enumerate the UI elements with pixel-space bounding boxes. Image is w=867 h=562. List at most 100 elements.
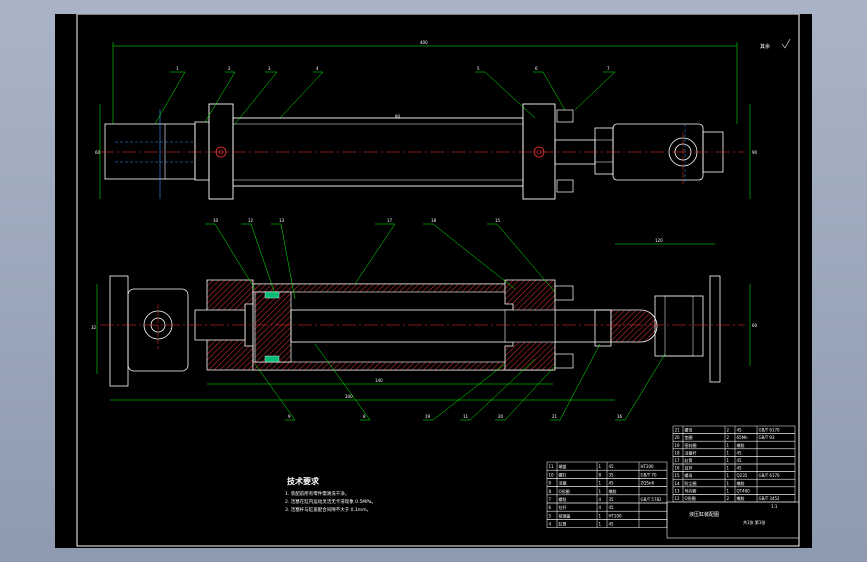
table-cell: 17	[675, 458, 681, 463]
table-cell: 2	[727, 496, 730, 501]
top-label-6: 6	[535, 66, 538, 71]
table-cell: 19	[675, 443, 681, 448]
table-cell: ZQSn6	[641, 481, 655, 486]
table-cell: 15	[675, 473, 681, 478]
section-left-dim: 32	[91, 325, 97, 330]
table-cell: 9	[549, 481, 552, 486]
table-cell: 1	[727, 443, 730, 448]
table-cell: 拉杆	[559, 504, 567, 510]
top-right-dim: 90	[752, 150, 758, 155]
top-overall-dim: 400	[420, 40, 428, 45]
table-cell: 45	[737, 450, 743, 455]
sec-label-13: 13	[279, 218, 285, 223]
table-cell: 2	[727, 428, 730, 433]
table-cell: 端盖	[559, 463, 567, 469]
table-cell: 螺母	[685, 427, 693, 433]
table-cell: 16	[675, 466, 681, 471]
roughness-symbol	[781, 38, 791, 49]
table-cell: 12	[675, 496, 681, 501]
table-cell: 8	[549, 489, 552, 494]
sec-label-10: 10	[213, 218, 219, 223]
sec-label-21: 21	[552, 414, 558, 419]
table-cell: 35	[609, 472, 615, 477]
top-view: 400 60 90 1 2 3 4 5 6 7 80	[95, 40, 758, 200]
table-cell: 45	[609, 464, 615, 469]
table-cell: HT200	[641, 464, 655, 469]
table-cell: 螺母	[685, 472, 693, 478]
table-cell: 5	[549, 513, 552, 518]
table-cell: 45	[609, 481, 615, 486]
sec-label-20: 20	[498, 414, 504, 419]
section-right-width: 120	[655, 238, 663, 243]
table-cell: GB/T 3452	[759, 496, 781, 501]
top-label-2: 2	[228, 66, 231, 71]
table-cell: GB/T 70	[641, 472, 657, 477]
table-cell: 1	[727, 458, 730, 463]
tech-line-3: 3. 活塞杆与缸盖配合间隙不大于 0.1mm。	[285, 506, 371, 513]
tech-line-1: 1. 装配前所有零件需清洗干净。	[285, 490, 349, 497]
section-right-dim: 60	[752, 323, 758, 328]
table-cell: 活塞杆	[685, 449, 697, 455]
table-cell: 13	[675, 488, 681, 493]
table-cell: 1	[727, 488, 730, 493]
table-cell: 4	[599, 505, 602, 510]
table-cell: 11	[549, 464, 555, 469]
table-cell: 45	[609, 505, 615, 510]
table-cell: GB/T 6170	[759, 473, 781, 478]
table-cell: 2	[727, 435, 730, 440]
cad-drawing: 其余 400 60 90 1 2 3 4 5 6 7 80 32 120 60 …	[76, 14, 800, 547]
title-block-box	[666, 501, 800, 539]
table-cell: O形圈	[685, 495, 696, 501]
top-label-5: 5	[477, 66, 480, 71]
table-cell: HT200	[609, 513, 623, 518]
table-cell: GB/T 93	[759, 435, 775, 440]
table-cell: 橡胶	[737, 495, 745, 501]
table-cell: 1	[599, 522, 602, 527]
table-cell: O形圈	[559, 488, 570, 494]
table-cell: 橡胶	[737, 442, 745, 448]
table-cell: 螺栓	[559, 496, 567, 502]
table-cell: 21	[675, 428, 681, 433]
table-cell: Q235	[737, 473, 748, 478]
sec-label-19: 19	[425, 414, 431, 419]
top-label-4: 4	[316, 66, 319, 71]
table-cell: GB/T 5782	[641, 497, 663, 502]
table-cell: 45	[737, 466, 743, 471]
table-cell: 1	[599, 513, 602, 518]
table-cell: 橡胶	[737, 480, 745, 486]
top-label-7: 7	[607, 66, 610, 71]
title-block-scale: 1:1	[771, 504, 778, 509]
top-label-1: 1	[176, 66, 179, 71]
table-cell: 8	[599, 472, 602, 477]
table-cell: 垫圈	[685, 434, 693, 440]
sec-label-18: 18	[431, 218, 437, 223]
top-rod-dim: 80	[395, 114, 401, 119]
table-cell: 导向套	[685, 487, 697, 493]
tech-requirements: 技术要求 1. 装配前所有零件需清洗干净。 2. 活塞在缸内运动灵活无卡滞现象 …	[285, 476, 376, 513]
table-cell: 橡胶	[609, 488, 617, 494]
drawing-sheet: 其余 400 60 90 1 2 3 4 5 6 7 80 32 120 60 …	[55, 14, 812, 548]
sec-label-11: 11	[463, 414, 469, 419]
table-cell: 7	[549, 497, 552, 502]
top-left-dim: 60	[95, 150, 101, 155]
title-block-name: 液压缸装配图	[689, 511, 719, 518]
section-view: 32 120 60 140 340 10 12 13 17 18 15 9 8 …	[91, 218, 758, 421]
table-cell: 防尘圈	[685, 480, 697, 486]
table-cell: 1	[727, 473, 730, 478]
table-cell: 密封圈	[685, 442, 697, 448]
title-block-sheet: 共1张 第1张	[743, 519, 765, 525]
table-cell: 1	[599, 481, 602, 486]
table-cell: 1	[727, 466, 730, 471]
sec-label-15: 15	[495, 218, 501, 223]
table-cell: 45	[737, 458, 743, 463]
top-label-3: 3	[268, 66, 271, 71]
table-cell: GB/T 6170	[759, 428, 781, 433]
section-stroke-dim: 140	[375, 378, 383, 383]
sec-label-17: 17	[387, 218, 393, 223]
table-cell: 14	[675, 481, 681, 486]
table-cell: QT400	[737, 488, 751, 493]
table-cell: 20	[675, 435, 681, 440]
table-cell: 4	[549, 522, 552, 527]
table-cell: 35	[609, 497, 615, 502]
table-cell: 耳环	[685, 466, 693, 471]
